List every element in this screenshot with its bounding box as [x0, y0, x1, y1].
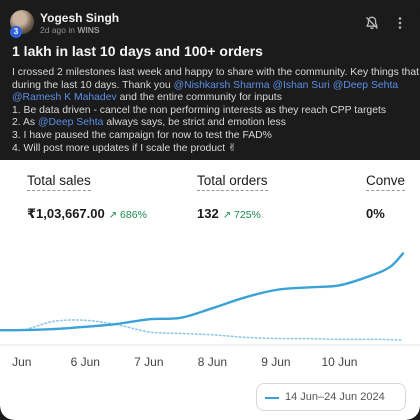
x-tick-label: 10 Jun: [321, 355, 357, 369]
metric-label: Conve: [366, 173, 406, 191]
x-tick-label: 8 Jun: [198, 355, 227, 369]
group-name[interactable]: WINS: [77, 25, 99, 35]
metric-label: Total orders: [197, 173, 268, 191]
post-list-item: 3. I have paused the campaign for now to…: [12, 129, 272, 141]
x-tick-label: 9 Jun: [261, 355, 290, 369]
author-name[interactable]: Yogesh Singh: [40, 11, 119, 25]
mention-link[interactable]: @Ishan Suri: [272, 80, 329, 91]
post-body: I crossed 2 milestones last week and hap…: [12, 67, 420, 155]
metric-value: 0%: [366, 206, 385, 221]
metric-label: Total sales: [27, 173, 91, 191]
bell-icon[interactable]: [364, 15, 380, 31]
post-meta: 2d ago in WINS: [40, 25, 100, 35]
avatar-level-badge: 3: [10, 26, 22, 38]
x-tick-label: 6 Jun: [71, 355, 100, 369]
mention-link[interactable]: @Deep Sehta: [38, 117, 103, 128]
metric-amount: 0%: [366, 206, 385, 221]
analytics-screenshot: Total sales ₹1,03,667.00 ↗ 686% Total ord…: [0, 160, 420, 420]
metric-conversion[interactable]: Conve 0%: [366, 172, 406, 221]
x-tick-label: 7 Jun: [134, 355, 163, 369]
post-card: 3 Yogesh Singh 2d ago in WINS 1 lakh in …: [0, 0, 420, 420]
post-header: 3 Yogesh Singh 2d ago in WINS: [10, 10, 410, 38]
metric-amount: 132: [197, 206, 219, 221]
metric-change: ↗ 725%: [223, 209, 261, 221]
post-list-item: 2. As @Deep Sehta always says, be strict…: [12, 117, 410, 130]
post-title: 1 lakh in last 10 days and 100+ orders: [12, 43, 263, 59]
post-text: 2. As: [12, 117, 38, 129]
legend-swatch: [265, 397, 279, 399]
metric-change-value: 725%: [234, 209, 261, 221]
mention-link[interactable]: @Nishkarsh Sharma: [174, 80, 270, 91]
metric-change-value: 686%: [120, 209, 147, 221]
post-time: 2d ago in: [40, 25, 75, 35]
trend-up-icon: ↗: [222, 210, 232, 221]
mention-link[interactable]: @Ramesh K Mahadev: [12, 92, 117, 103]
post-text: and the entire community for inputs: [116, 92, 282, 104]
post-paragraph: @Ramesh K Mahadev and the entire communi…: [12, 92, 410, 105]
metric-change: ↗ 686%: [109, 209, 147, 221]
post-text: during the last 10 days. Thank you: [12, 79, 174, 91]
sales-line-chart: Jun 6 Jun 7 Jun 8 Jun 9 Jun 10 Jun: [0, 252, 420, 369]
metric-value: ₹1,03,667.00 ↗ 686%: [27, 206, 147, 222]
legend-label: 14 Jun–24 Jun 2024: [285, 391, 385, 403]
mention-link[interactable]: @Deep Sehta: [333, 80, 398, 91]
post-list-item: 1. Be data driven - cancel the non perfo…: [12, 104, 387, 116]
series-line-comparison: [0, 319, 404, 341]
metric-total-sales[interactable]: Total sales ₹1,03,667.00 ↗ 686%: [27, 172, 147, 221]
chart-legend[interactable]: 14 Jun–24 Jun 2024: [256, 383, 406, 411]
trend-up-icon: ↗: [108, 210, 118, 221]
x-tick-label: Jun: [12, 355, 31, 369]
metric-value: 132 ↗ 725%: [197, 206, 261, 221]
post-list-item: 4. Will post more updates if I scale the…: [12, 142, 237, 154]
post-paragraph: I crossed 2 milestones last week and hap…: [12, 67, 420, 78]
post-text: always says, be strict and emotion less: [103, 117, 286, 129]
series-line-primary: [0, 252, 405, 332]
metric-total-orders[interactable]: Total orders 132 ↗ 725%: [197, 172, 268, 221]
metric-amount: ₹1,03,667.00: [27, 206, 105, 221]
post-paragraph: during the last 10 days. Thank you @Nish…: [12, 80, 410, 93]
more-options-icon[interactable]: [392, 15, 408, 31]
